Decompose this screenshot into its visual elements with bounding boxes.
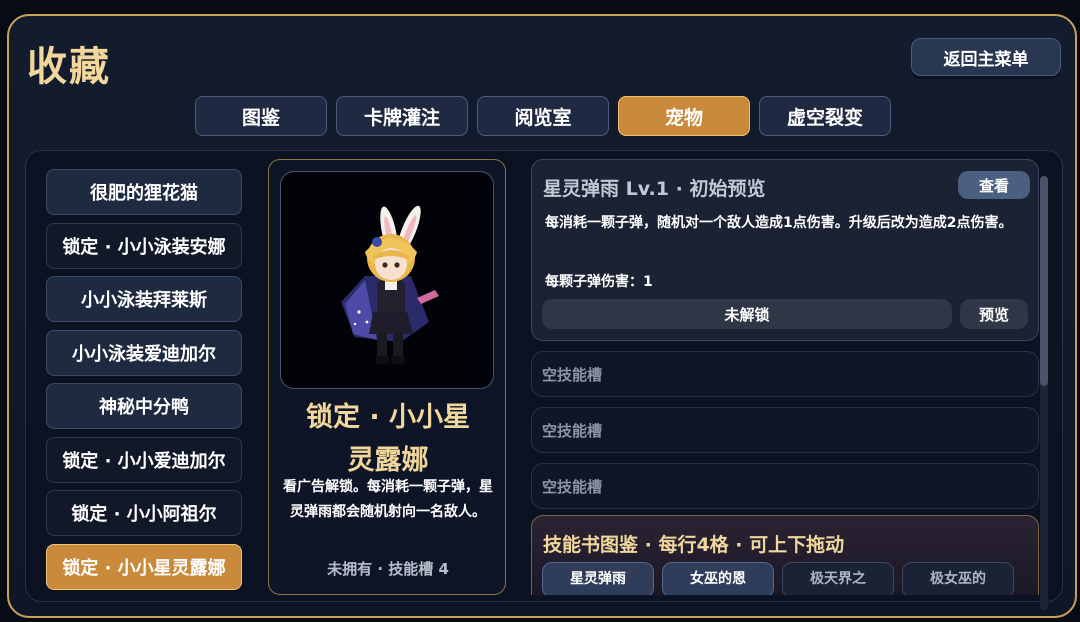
skill-damage: 每颗子弹伤害：1 <box>545 274 653 290</box>
skill-panel-scrollbar[interactable] <box>1040 176 1048 610</box>
pet-name: 锁定 · 小小星 灵露娜 <box>269 396 507 482</box>
pet-detail-card: 锁定 · 小小星 灵露娜 看广告解锁。每消耗一颗子弹，星灵弹雨都会随机射向一名敌… <box>268 159 506 595</box>
pet-description: 看广告解锁。每消耗一颗子弹，星灵弹雨都会随机射向一名敌人。 <box>283 479 493 520</box>
tab-codex[interactable]: 图鉴 <box>195 96 327 136</box>
collection-panel: 收藏 返回主菜单 图鉴 卡牌灌注 阅览室 宠物 虚空裂变 很肥的狸花猫 锁定 ·… <box>7 14 1077 618</box>
tab-reading-room[interactable]: 阅览室 <box>477 96 609 136</box>
pets-content: 很肥的狸花猫 锁定 · 小小泳装安娜 小小泳装拜莱斯 小小泳装爱迪加尔 神秘中分… <box>25 150 1063 602</box>
tab-void-fission[interactable]: 虚空裂变 <box>759 96 891 136</box>
empty-skill-slot[interactable]: 空技能槽 <box>531 407 1039 453</box>
pet-portrait <box>280 171 494 389</box>
preview-button[interactable]: 预览 <box>960 299 1028 329</box>
view-button[interactable]: 查看 <box>958 171 1030 199</box>
pet-list-item[interactable]: 锁定 · 小小爱迪加尔 <box>46 436 242 483</box>
tab-pets[interactable]: 宠物 <box>618 96 750 136</box>
pet-list-item[interactable]: 小小泳装拜莱斯 <box>46 276 242 322</box>
page-title: 收藏 <box>27 44 111 90</box>
pet-list-item[interactable]: 锁定 · 小小阿祖尔 <box>46 490 242 536</box>
back-to-main-menu-button[interactable]: 返回主菜单 <box>911 38 1061 76</box>
empty-skill-slot[interactable]: 空技能槽 <box>531 463 1039 509</box>
skill-book-codex: 技能书图鉴 · 每行4格 · 可上下拖动 星灵弹雨 女巫的恩 极天界之 极女巫的 <box>531 515 1039 595</box>
skill-title: 星灵弹雨 Lv.1 · 初始预览 <box>543 178 766 200</box>
skill-slots-panel: 星灵弹雨 Lv.1 · 初始预览 查看 每消耗一颗子弹，随机对一个敌人造成1点伤… <box>531 159 1043 595</box>
skill-card: 星灵弹雨 Lv.1 · 初始预览 查看 每消耗一颗子弹，随机对一个敌人造成1点伤… <box>531 159 1039 341</box>
skill-book-item[interactable]: 极天界之 <box>782 562 894 595</box>
pet-character-image <box>341 205 439 364</box>
tab-bar: 图鉴 卡牌灌注 阅览室 宠物 虚空裂变 <box>195 96 891 136</box>
pet-status: 未拥有 · 技能槽 4 <box>327 560 449 578</box>
unlock-button[interactable]: 未解锁 <box>542 299 952 329</box>
pet-list-item[interactable]: 锁定 · 小小泳装安娜 <box>46 222 242 269</box>
skill-book-title: 技能书图鉴 · 每行4格 · 可上下拖动 <box>543 534 845 556</box>
skill-description: 每消耗一颗子弹，随机对一个敌人造成1点伤害。升级后改为造成2点伤害。 <box>545 215 1013 231</box>
pet-name-line1: 锁定 · 小小星 <box>305 402 471 433</box>
pet-list: 很肥的狸花猫 锁定 · 小小泳装安娜 小小泳装拜莱斯 小小泳装爱迪加尔 神秘中分… <box>46 169 242 597</box>
pet-list-item[interactable]: 神秘中分鸭 <box>46 383 242 429</box>
skill-book-item[interactable]: 星灵弹雨 <box>542 562 654 595</box>
empty-skill-slot[interactable]: 空技能槽 <box>531 351 1039 397</box>
pet-list-item-selected[interactable]: 锁定 · 小小星灵露娜 <box>46 543 242 590</box>
scrollbar-thumb[interactable] <box>1040 176 1048 386</box>
skill-book-row: 星灵弹雨 女巫的恩 极天界之 极女巫的 <box>542 562 1014 595</box>
skill-book-item[interactable]: 女巫的恩 <box>662 562 774 595</box>
skill-book-item[interactable]: 极女巫的 <box>902 562 1014 595</box>
pet-list-item[interactable]: 很肥的狸花猫 <box>46 169 242 215</box>
pet-list-item[interactable]: 小小泳装爱迪加尔 <box>46 329 242 376</box>
tab-card-infusion[interactable]: 卡牌灌注 <box>336 96 468 136</box>
